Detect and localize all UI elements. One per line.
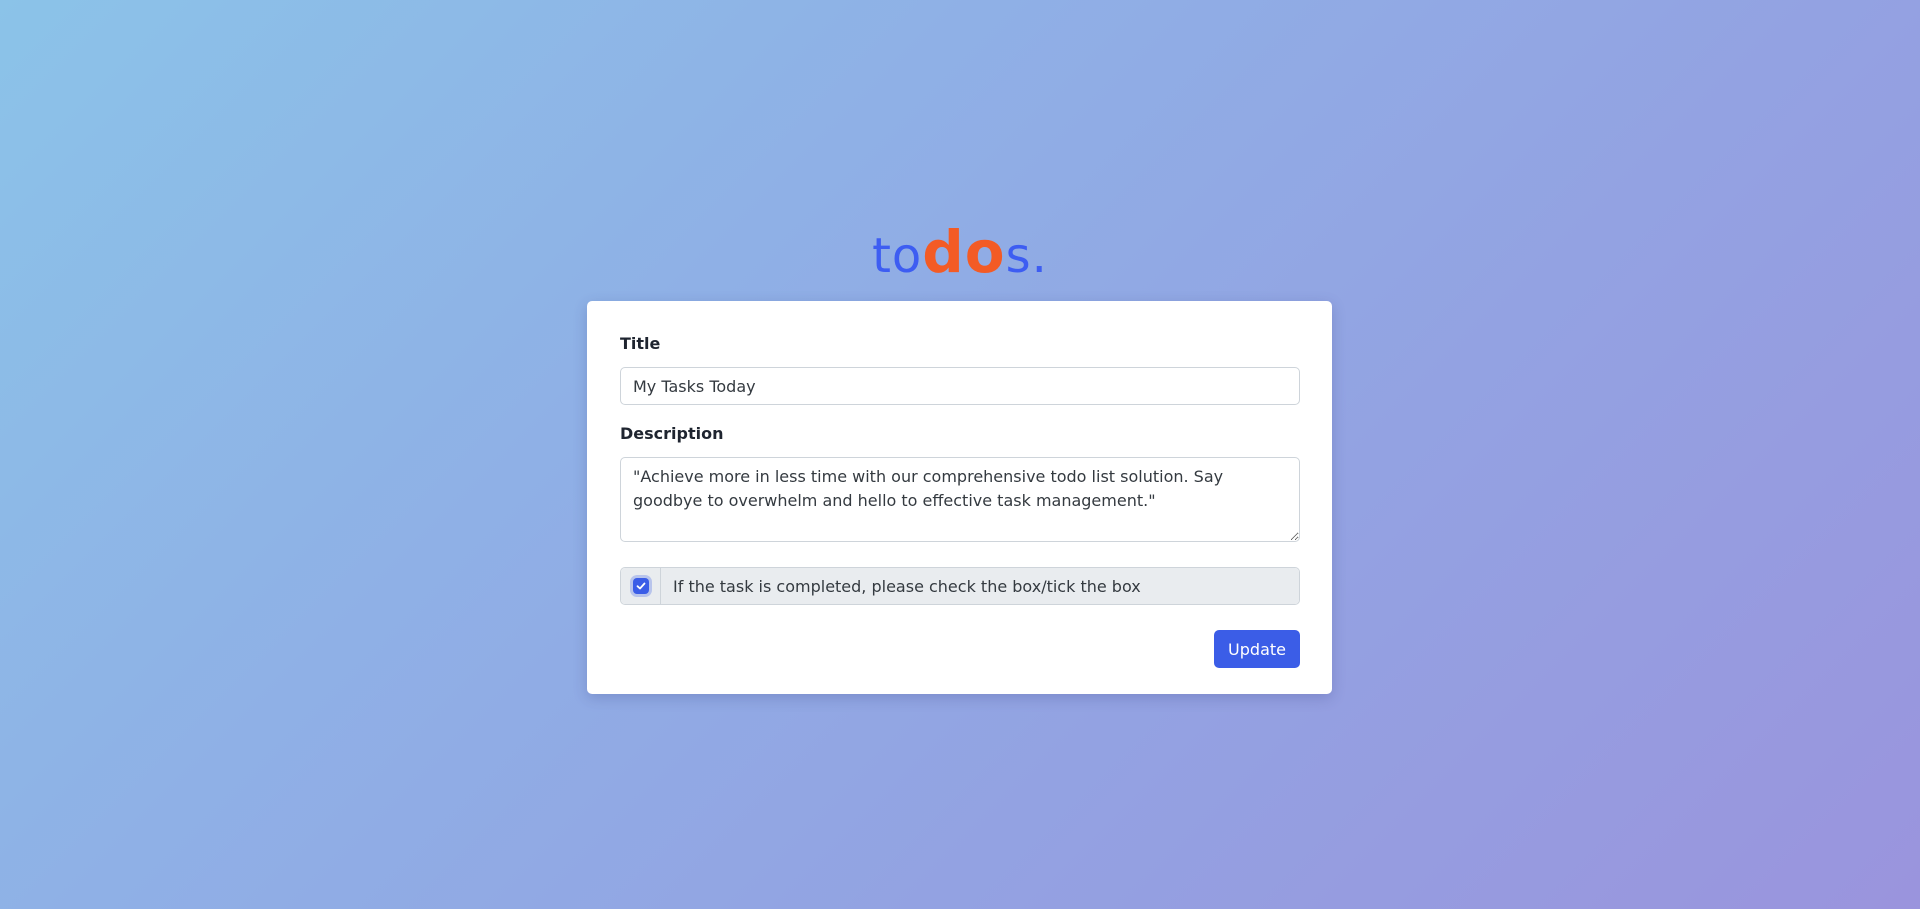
logo-highlight: do (922, 218, 1006, 286)
completed-input-group: If the task is completed, please check t… (620, 567, 1300, 605)
description-label: Description (620, 424, 724, 443)
checkbox-cell (621, 568, 661, 604)
check-icon (636, 582, 645, 590)
app-logo: todos. (0, 222, 1920, 286)
completed-label: If the task is completed, please check t… (661, 568, 1299, 604)
title-label: Title (620, 334, 661, 353)
edit-todo-card: Title Description "Achieve more in less … (587, 301, 1332, 694)
update-button[interactable]: Update (1214, 630, 1300, 668)
logo-suffix: s. (1005, 228, 1048, 284)
completed-checkbox[interactable] (632, 578, 649, 594)
description-textarea[interactable]: "Achieve more in less time with our comp… (620, 457, 1300, 542)
actions-row: Update (620, 630, 1300, 668)
logo-prefix: to (872, 228, 923, 284)
title-input[interactable] (620, 367, 1300, 405)
